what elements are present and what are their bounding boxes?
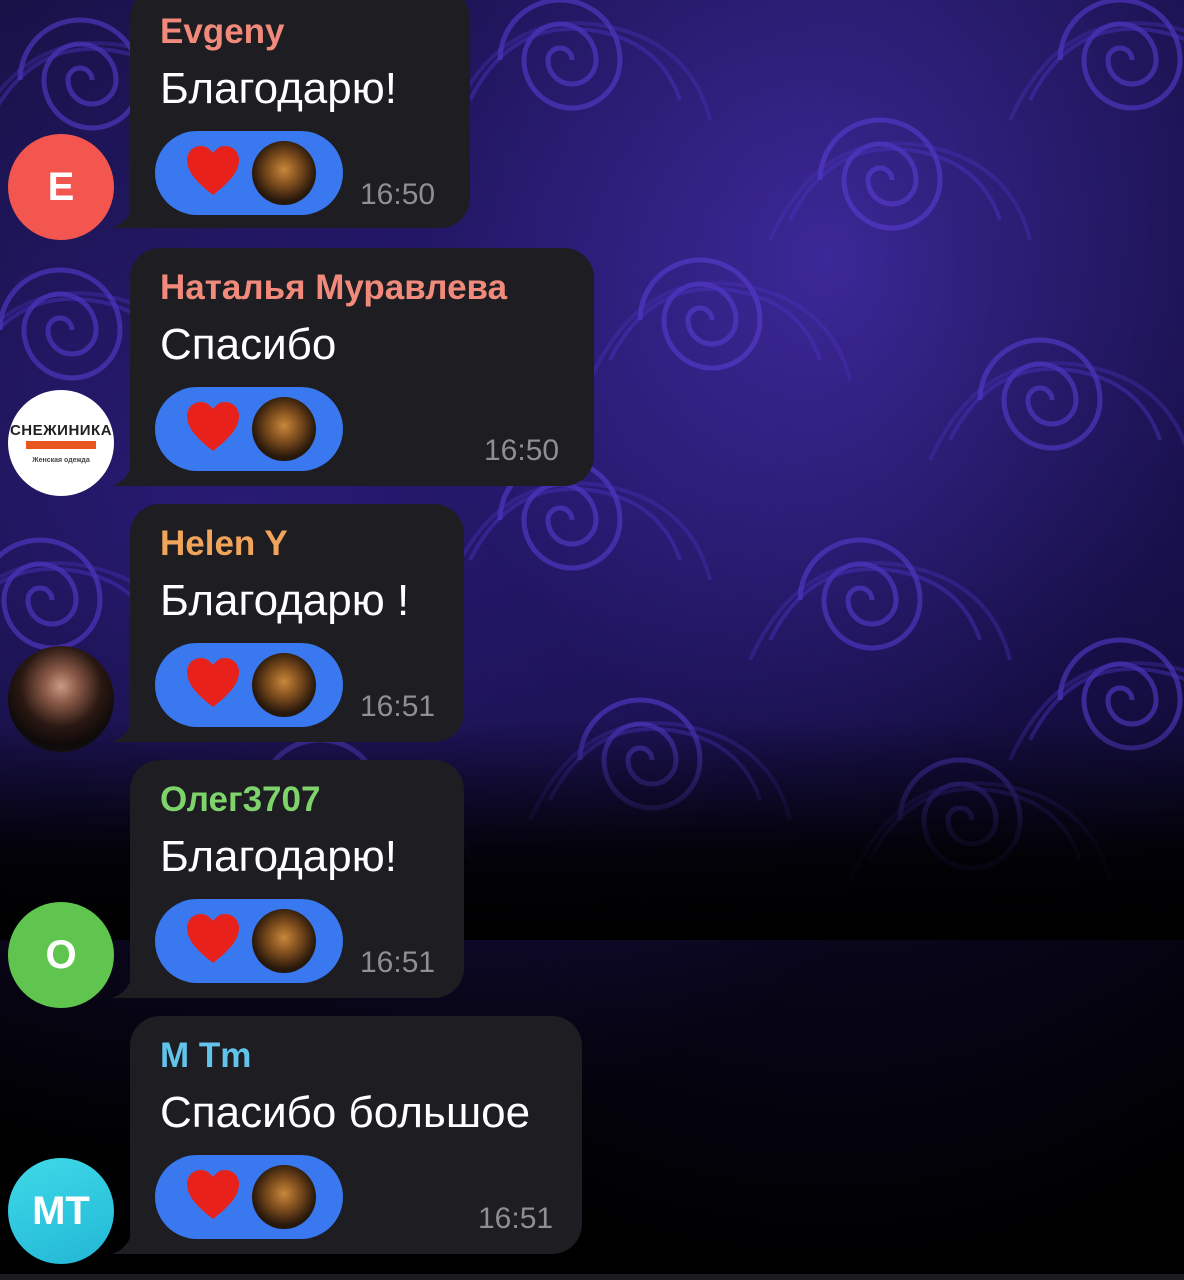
- reaction-chip[interactable]: [155, 131, 343, 215]
- reaction-chip[interactable]: [155, 899, 343, 983]
- logo-text: СНЕЖИНИКА: [9, 422, 113, 439]
- bubble-tail: [112, 198, 142, 228]
- sender-name[interactable]: Helen Y: [160, 524, 288, 564]
- sender-name[interactable]: Evgeny: [160, 12, 285, 52]
- heart-icon: [187, 146, 239, 195]
- bottom-divider: [0, 1274, 1184, 1280]
- avatar-initials: E: [47, 164, 75, 209]
- avatar[interactable]: E: [8, 134, 114, 240]
- message-text: Благодарю!: [160, 832, 397, 881]
- avatar-initials: MT: [32, 1188, 90, 1233]
- message-bubble[interactable]: Наталья Муравлева Спасибо 16:50: [130, 248, 594, 486]
- bubble-tail: [112, 968, 142, 998]
- heart-icon: [187, 1170, 239, 1219]
- message-bubble[interactable]: Олег3707 Благодарю! 16:51: [130, 760, 464, 998]
- bubble-tail: [112, 712, 142, 742]
- message-bubble[interactable]: Helen Y Благодарю ! 16:51: [130, 504, 464, 742]
- reaction-chip[interactable]: [155, 1155, 343, 1239]
- reaction-chip[interactable]: [155, 643, 343, 727]
- logo-stripe: [26, 441, 96, 449]
- reactor-avatar: [252, 1165, 316, 1229]
- bubble-tail: [112, 1224, 142, 1254]
- message-text: Благодарю!: [160, 64, 397, 113]
- reactor-avatar: [252, 909, 316, 973]
- message-time: 16:50: [360, 178, 436, 211]
- avatar-photo[interactable]: [8, 646, 114, 752]
- message-time: 16:51: [478, 1202, 554, 1235]
- message-bubble[interactable]: M Tm Спасибо большое 16:51: [130, 1016, 582, 1254]
- reactor-avatar: [252, 141, 316, 205]
- message-text: Благодарю !: [160, 576, 410, 625]
- message-text: Спасибо большое: [160, 1088, 531, 1137]
- sender-name[interactable]: Наталья Муравлева: [160, 268, 507, 308]
- message-time: 16:51: [360, 690, 436, 723]
- reactor-avatar: [252, 397, 316, 461]
- bubble-tail: [112, 456, 142, 486]
- message-time: 16:51: [360, 946, 436, 979]
- reactor-avatar: [252, 653, 316, 717]
- heart-icon: [187, 402, 239, 451]
- avatar[interactable]: СНЕЖИНИКА Женская одежда: [8, 390, 114, 496]
- sender-name[interactable]: M Tm: [160, 1036, 251, 1076]
- sender-name[interactable]: Олег3707: [160, 780, 320, 820]
- message-bubble[interactable]: Evgeny Благодарю! 16:50: [130, 0, 470, 228]
- avatar[interactable]: О: [8, 902, 114, 1008]
- reaction-chip[interactable]: [155, 387, 343, 471]
- avatar-initials: О: [45, 932, 77, 977]
- heart-icon: [187, 914, 239, 963]
- message-text: Спасибо: [160, 320, 337, 369]
- message-time: 16:50: [484, 434, 560, 467]
- avatar[interactable]: MT: [8, 1158, 114, 1264]
- heart-icon: [187, 658, 239, 707]
- logo-subtext: Женская одежда: [32, 457, 90, 464]
